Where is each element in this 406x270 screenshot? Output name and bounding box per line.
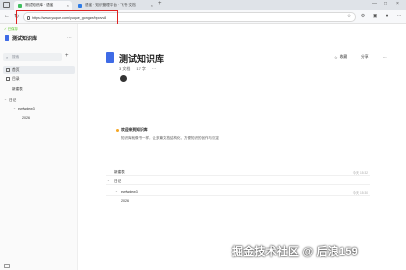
extensions-icon[interactable]: ⚙ <box>360 13 366 19</box>
favicon-icon <box>78 3 82 8</box>
tab-title: 语雀 · 知识管理平台 · 飞书·文档 <box>85 3 136 7</box>
favorite-button[interactable]: ☆ 收藏 <box>334 55 347 60</box>
kb-title[interactable]: 测试知识库 <box>12 35 37 42</box>
close-tab-icon[interactable]: × <box>151 3 153 8</box>
toc-date: 今天 15:30 <box>352 190 368 195</box>
tree-item[interactable]: 日记 <box>9 98 16 103</box>
more-button[interactable]: ⋯ <box>383 55 387 60</box>
sidebar: ✓ 已保存 测试知识库 ⋯ ⌕ 搜索 + 首页 目录 新建表 ⌄ 日记 ⌄ ew… <box>0 24 78 270</box>
search-icon: ⌕ <box>6 54 9 60</box>
toc-label: 新建表 <box>114 169 125 174</box>
watermark: 掘金技术社区 @ 后浪159 <box>232 246 358 258</box>
save-notice: ✓ 已保存 <box>4 27 18 31</box>
chevron-down-icon[interactable]: ⌄ <box>4 97 7 101</box>
reload-icon[interactable]: ↻ <box>14 13 19 20</box>
sidebar-search[interactable]: ⌕ 搜索 <box>3 53 62 61</box>
toc-label: ewfwdew3 <box>121 189 138 194</box>
tab-inactive[interactable]: 语雀 · 知识管理平台 · 飞书·文档 × <box>74 1 156 10</box>
welcome-icon <box>116 129 119 132</box>
tab-active[interactable]: 测试知识库 · 语雀 × <box>14 1 72 10</box>
search-placeholder: 搜索 <box>12 54 20 59</box>
browser-toolbar: ← ↻ https://www.yuque.com/yuque_gongze/b… <box>0 10 406 24</box>
close-tab-icon[interactable]: × <box>67 3 69 8</box>
more-icon[interactable]: ⋯ <box>67 35 72 41</box>
tab-strip: 测试知识库 · 语雀 × 语雀 · 知识管理平台 · 飞书·文档 × + — □… <box>0 0 406 10</box>
sidebar-item-label: 目录 <box>12 76 20 81</box>
sidebar-item-toc[interactable]: 目录 <box>3 75 75 83</box>
tab-title: 测试知识库 · 语雀 <box>25 3 54 7</box>
welcome-subtitle: 知识库就像书一样，让多篇文档结构化，方便知识的创作与沉淀 <box>121 136 219 140</box>
toc-row[interactable]: ⌄ ewfwdew3 今天 15:30 <box>106 187 370 196</box>
tree-item[interactable]: ewfwdew3 <box>18 107 35 111</box>
tree-item[interactable]: 新建表 <box>12 87 23 92</box>
main-content: 测试知识库 3 文档 17 字 ⋯ ☆ 收藏 分享 ⋯ 欢迎来到知识库 知识库就… <box>78 24 406 270</box>
url-text: https://www.yuque.com/yuque_gongze/bpovv… <box>32 15 107 20</box>
back-icon[interactable]: ← <box>4 13 10 19</box>
sidebar-item-label: 首页 <box>12 67 20 72</box>
add-button[interactable]: + <box>65 53 69 59</box>
kb-meta: 3 文档 17 字 ⋯ <box>119 66 156 72</box>
meta-more-icon[interactable]: ⋯ <box>152 66 156 72</box>
chevron-down-icon[interactable]: ⌄ <box>107 178 110 182</box>
address-bar[interactable]: https://www.yuque.com/yuque_gongze/bpovv… <box>23 12 356 22</box>
minimize-button[interactable]: — <box>372 1 377 7</box>
toc-label: 日记 <box>114 178 122 183</box>
workspaces-icon[interactable] <box>3 2 10 8</box>
close-window-button[interactable]: × <box>396 1 399 7</box>
menu-icon[interactable]: ⋯ <box>396 13 402 19</box>
book-icon <box>5 34 9 41</box>
chevron-down-icon[interactable]: ⌄ <box>115 189 118 193</box>
favorite-star-icon[interactable]: ☆ <box>346 13 352 19</box>
word-count: 17 字 <box>136 66 146 71</box>
toc-row[interactable]: 新建表 今天 15:32 <box>106 167 370 176</box>
new-tab-button[interactable]: + <box>158 1 162 7</box>
book-icon <box>106 52 114 63</box>
collections-icon[interactable]: ▣ <box>372 13 378 19</box>
toc-row[interactable]: 2026 <box>106 196 370 205</box>
share-label: 分享 <box>361 55 369 59</box>
lock-icon <box>27 15 30 20</box>
star-icon: ☆ <box>334 55 338 60</box>
toc-date: 今天 15:32 <box>352 170 368 175</box>
home-icon <box>6 68 10 72</box>
chevron-down-icon[interactable]: ⌄ <box>13 106 16 110</box>
page-title: 测试知识库 <box>119 54 165 64</box>
maximize-button[interactable]: □ <box>384 1 387 7</box>
share-button[interactable]: 分享 <box>361 55 369 60</box>
favorite-label: 收藏 <box>339 55 348 59</box>
tree-item[interactable]: 2026 <box>22 116 30 120</box>
profile-icon[interactable]: ● <box>384 13 390 19</box>
collapse-sidebar-icon[interactable] <box>4 264 10 268</box>
doc-count: 3 文档 <box>119 66 131 71</box>
toc-icon <box>6 77 10 81</box>
sidebar-item-home[interactable]: 首页 <box>3 66 75 74</box>
more-icon: ⋯ <box>383 56 387 60</box>
toc-row[interactable]: ⌄ 日记 <box>106 176 370 185</box>
welcome-title: 欢迎来到知识库 <box>121 128 148 132</box>
favicon-icon <box>18 3 22 8</box>
toc-label: 2026 <box>121 198 129 203</box>
avatar[interactable] <box>120 75 127 82</box>
